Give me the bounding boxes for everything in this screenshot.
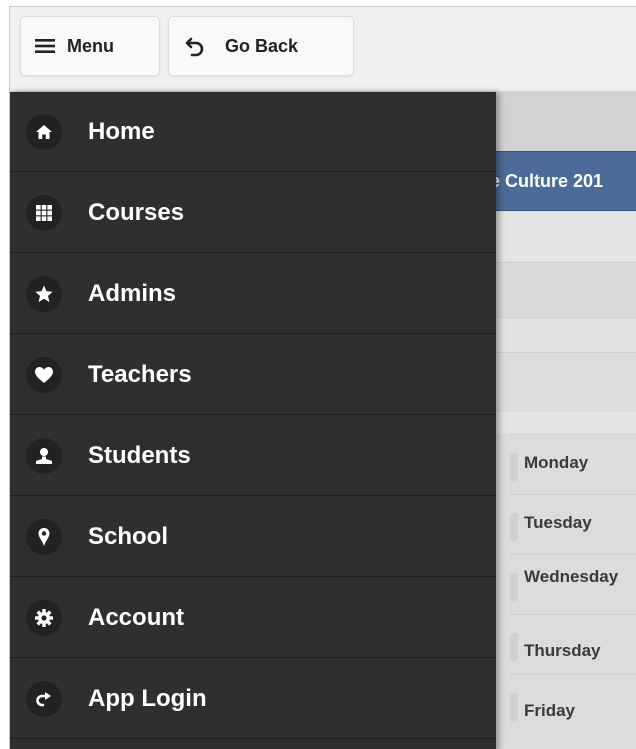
day-label: Friday bbox=[524, 701, 576, 720]
day-row-monday[interactable]: Monday bbox=[510, 434, 636, 494]
go-back-label: Go Back bbox=[225, 35, 299, 56]
menu-item-courses[interactable]: Courses bbox=[10, 173, 496, 253]
menu-item-label: Admins bbox=[88, 279, 177, 307]
day-row-wednesday[interactable]: Wednesday bbox=[510, 554, 636, 614]
heart-icon bbox=[26, 356, 62, 393]
menu-button-label: Menu bbox=[67, 35, 114, 56]
share-arrow-icon bbox=[26, 680, 62, 717]
menu-item-home[interactable]: Home bbox=[10, 92, 496, 172]
hamburger-icon bbox=[35, 38, 55, 54]
user-icon bbox=[26, 437, 62, 474]
gear-icon bbox=[26, 599, 62, 636]
menu-button[interactable]: Menu bbox=[20, 16, 160, 76]
day-label: Thursday bbox=[524, 641, 601, 660]
menu-item-label: Students bbox=[88, 441, 191, 469]
menu-item-account[interactable]: Account bbox=[10, 578, 496, 658]
star-icon bbox=[26, 275, 62, 312]
undo-arrow-icon bbox=[185, 35, 207, 57]
top-toolbar: Menu Go Back bbox=[10, 7, 636, 92]
day-checkbox[interactable] bbox=[510, 513, 518, 541]
menu-item-label: Account bbox=[88, 603, 184, 631]
day-label: Monday bbox=[524, 453, 589, 472]
day-checkbox[interactable] bbox=[510, 693, 518, 721]
menu-item-students[interactable]: Students bbox=[10, 416, 496, 496]
home-icon bbox=[26, 113, 62, 150]
menu-item-label: Courses bbox=[88, 198, 185, 226]
menu-item-teachers[interactable]: Teachers bbox=[10, 335, 496, 415]
side-menu-drawer: Home Courses Admins Teachers Students Sc… bbox=[10, 92, 496, 749]
day-checkbox[interactable] bbox=[510, 633, 518, 661]
grid-icon bbox=[26, 194, 62, 231]
day-label: Tuesday bbox=[524, 513, 592, 532]
menu-item-school[interactable]: School bbox=[10, 497, 496, 577]
go-back-button[interactable]: Go Back bbox=[168, 16, 354, 76]
day-row-tuesday[interactable]: Tuesday bbox=[510, 494, 636, 554]
day-checkbox[interactable] bbox=[510, 573, 518, 601]
menu-item-label: School bbox=[88, 522, 169, 550]
app-frame: Menu Go Back e Culture 201 Monday Tuesda… bbox=[9, 6, 636, 749]
day-row-friday[interactable]: Friday bbox=[510, 674, 636, 734]
day-label: Wednesday bbox=[524, 567, 619, 586]
day-row-thursday[interactable]: Thursday bbox=[510, 614, 636, 674]
menu-item-admins[interactable]: Admins bbox=[10, 254, 496, 334]
course-title: e Culture 201 bbox=[490, 171, 604, 191]
menu-item-label: App Login bbox=[88, 684, 207, 712]
day-checkbox[interactable] bbox=[510, 453, 518, 481]
map-pin-icon bbox=[26, 518, 62, 555]
menu-item-label: Home bbox=[88, 117, 155, 145]
menu-item-label: Teachers bbox=[88, 360, 192, 388]
menu-item-app-login[interactable]: App Login bbox=[10, 659, 496, 739]
